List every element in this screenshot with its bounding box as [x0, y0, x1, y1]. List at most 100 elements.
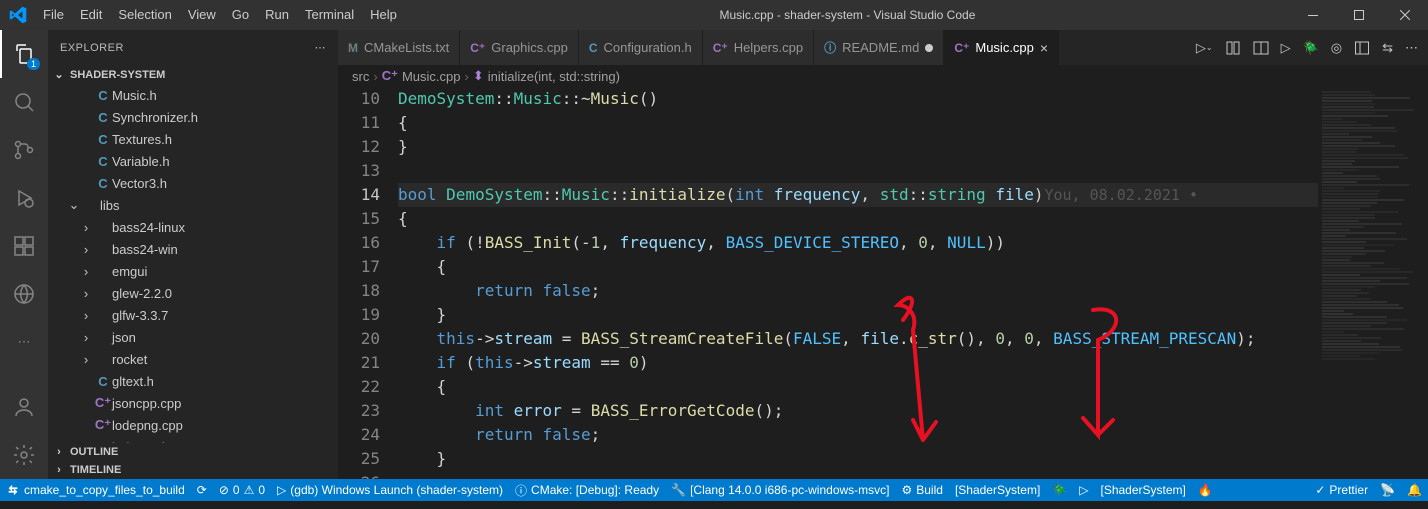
menu-file[interactable]: File	[35, 0, 72, 30]
code-line[interactable]: {	[398, 375, 1318, 399]
run-dropdown-icon[interactable]: ▷⌄	[1196, 40, 1213, 56]
more-activity[interactable]: ⋯	[0, 318, 48, 366]
tree-item-lodepng-h[interactable]: Clodepng.h	[48, 436, 338, 443]
code-line[interactable]: int error = BASS_ErrorGetCode();	[398, 399, 1318, 423]
tree-item-glew-2-2-0[interactable]: ›glew-2.2.0	[48, 282, 338, 304]
cmake-status[interactable]: ⓘCMake: [Debug]: Ready	[509, 479, 665, 501]
explorer-more-icon[interactable]: ⋯	[315, 41, 327, 54]
tree-label: bass24-win	[112, 242, 178, 257]
debug-target-status[interactable]: 🪲	[1046, 479, 1073, 501]
undo-redo-icon[interactable]: ⇆	[1382, 40, 1393, 56]
code-line[interactable]: return false;	[398, 423, 1318, 447]
code-line[interactable]: {	[398, 207, 1318, 231]
minimap[interactable]	[1318, 87, 1428, 479]
build-target-status[interactable]: [ShaderSystem]	[949, 479, 1046, 501]
breadcrumb-file[interactable]: Music.cpp	[402, 69, 461, 84]
tree-item-glfw-3-3-7[interactable]: ›glfw-3.3.7	[48, 304, 338, 326]
outline-section[interactable]: › OUTLINE	[48, 443, 338, 461]
code-line[interactable]: if (!BASS_Init(-1, frequency, BASS_DEVIC…	[398, 231, 1318, 255]
code-line[interactable]	[398, 159, 1318, 183]
flame-status[interactable]: 🔥	[1192, 479, 1219, 501]
tab-music-cpp[interactable]: C⁺Music.cpp×	[944, 30, 1059, 65]
target-icon[interactable]: ◎	[1331, 40, 1342, 56]
code-line[interactable]: bool DemoSystem::Music::initialize(int f…	[398, 183, 1318, 207]
close-tab-icon[interactable]: ×	[1040, 40, 1048, 56]
minimize-button[interactable]	[1290, 0, 1336, 30]
tree-item-textures-h[interactable]: CTextures.h	[48, 128, 338, 150]
compare-icon[interactable]	[1225, 40, 1241, 56]
remote-status[interactable]: cmake_to_copy_files_to_build	[0, 479, 191, 501]
tree-item-synchronizer-h[interactable]: CSynchronizer.h	[48, 106, 338, 128]
menu-terminal[interactable]: Terminal	[297, 0, 362, 30]
code-line[interactable]: }	[398, 303, 1318, 327]
tree-label: libs	[100, 198, 120, 213]
debug-launch-status[interactable]: ▷(gdb) Windows Launch (shader-system)	[271, 479, 509, 501]
layout-icon[interactable]	[1354, 40, 1370, 56]
source-control-activity[interactable]	[0, 126, 48, 174]
project-section[interactable]: ⌄ SHADER-SYSTEM	[48, 65, 338, 84]
menu-selection[interactable]: Selection	[110, 0, 179, 30]
code-line[interactable]: }	[398, 447, 1318, 471]
extensions-activity[interactable]	[0, 222, 48, 270]
breadcrumb-symbol[interactable]: initialize(int, std::string)	[488, 69, 620, 84]
code-line[interactable]: return false;	[398, 279, 1318, 303]
tab-readme-md[interactable]: ⓘREADME.md	[814, 30, 944, 65]
code-line[interactable]	[398, 471, 1318, 479]
menu-run[interactable]: Run	[257, 0, 297, 30]
tree-item-jsoncpp-cpp[interactable]: C⁺jsoncpp.cpp	[48, 392, 338, 414]
menu-go[interactable]: Go	[224, 0, 257, 30]
debug-icon[interactable]: 🪲	[1303, 40, 1319, 56]
sync-status[interactable]: ⟳	[191, 479, 213, 501]
tree-item-lodepng-cpp[interactable]: C⁺lodepng.cpp	[48, 414, 338, 436]
tree-item-libs[interactable]: ⌄libs	[48, 194, 338, 216]
tab-graphics-cpp[interactable]: C⁺Graphics.cpp	[460, 30, 579, 65]
tree-item-music-h[interactable]: CMusic.h	[48, 84, 338, 106]
tab-cmakelists-txt[interactable]: MCMakeLists.txt	[338, 30, 460, 65]
breadcrumbs[interactable]: src › C⁺ Music.cpp › ⬍ initialize(int, s…	[338, 65, 1428, 87]
tab-configuration-h[interactable]: CConfiguration.h	[579, 30, 703, 65]
settings-activity[interactable]	[0, 431, 48, 479]
split-icon[interactable]	[1253, 40, 1269, 56]
tree-item-bass24-linux[interactable]: ›bass24-linux	[48, 216, 338, 238]
code-editor[interactable]: 1011121314151617181920212223242526 DemoS…	[338, 87, 1428, 479]
kit-status[interactable]: 🔧[Clang 14.0.0 i686-pc-windows-msvc]	[665, 479, 895, 501]
breadcrumb-folder[interactable]: src	[352, 69, 369, 84]
run-status[interactable]: ▷	[1073, 479, 1094, 501]
tree-item-variable-h[interactable]: CVariable.h	[48, 150, 338, 172]
build-status[interactable]: ⚙Build	[895, 479, 948, 501]
tree-item-emgui[interactable]: ›emgui	[48, 260, 338, 282]
problems-status[interactable]: ⊘0 ⚠0	[213, 479, 271, 501]
code-line[interactable]: }	[398, 135, 1318, 159]
remote-activity[interactable]	[0, 270, 48, 318]
tree-item-rocket[interactable]: ›rocket	[48, 348, 338, 370]
menu-edit[interactable]: Edit	[72, 0, 110, 30]
menu-help[interactable]: Help	[362, 0, 405, 30]
code-line[interactable]: {	[398, 255, 1318, 279]
run-debug-activity[interactable]	[0, 174, 48, 222]
maximize-button[interactable]	[1336, 0, 1382, 30]
menu-view[interactable]: View	[180, 0, 224, 30]
run-target-status[interactable]: [ShaderSystem]	[1095, 479, 1192, 501]
timeline-section[interactable]: › TIMELINE	[48, 461, 338, 479]
tree-item-bass24-win[interactable]: ›bass24-win	[48, 238, 338, 260]
code-line[interactable]: this->stream = BASS_StreamCreateFile(FAL…	[398, 327, 1318, 351]
method-icon: ⬍	[473, 68, 484, 84]
search-activity[interactable]	[0, 78, 48, 126]
tree-item-vector3-h[interactable]: CVector3.h	[48, 172, 338, 194]
tab-helpers-cpp[interactable]: C⁺Helpers.cpp	[703, 30, 814, 65]
explorer-activity[interactable]: 1	[0, 30, 48, 78]
prettier-status[interactable]: ✓Prettier	[1309, 479, 1374, 501]
live-status[interactable]: 📡	[1374, 479, 1401, 501]
chevron-down-icon: ⌄	[52, 68, 66, 81]
tree-item-gltext-h[interactable]: Cgltext.h	[48, 370, 338, 392]
close-button[interactable]	[1382, 0, 1428, 30]
code-line[interactable]: DemoSystem::Music::~Music()	[398, 87, 1318, 111]
accounts-activity[interactable]	[0, 383, 48, 431]
run-icon[interactable]: ▷	[1281, 40, 1291, 56]
notifications-status[interactable]: 🔔	[1401, 479, 1428, 501]
more-icon[interactable]: ⋯	[1405, 40, 1418, 56]
code-lines[interactable]: DemoSystem::Music::~Music(){}bool DemoSy…	[398, 87, 1318, 479]
code-line[interactable]: if (this->stream == 0)	[398, 351, 1318, 375]
code-line[interactable]: {	[398, 111, 1318, 135]
tree-item-json[interactable]: ›json	[48, 326, 338, 348]
